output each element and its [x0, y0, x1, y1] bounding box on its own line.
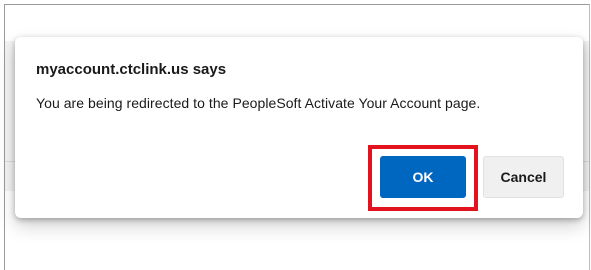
dialog-message: You are being redirected to the PeopleSo…: [36, 95, 481, 111]
dialog-title: myaccount.ctclink.us says: [36, 61, 227, 78]
cancel-button[interactable]: Cancel: [483, 156, 564, 198]
ok-button[interactable]: OK: [380, 156, 466, 198]
alert-dialog: myaccount.ctclink.us says You are being …: [15, 37, 583, 218]
